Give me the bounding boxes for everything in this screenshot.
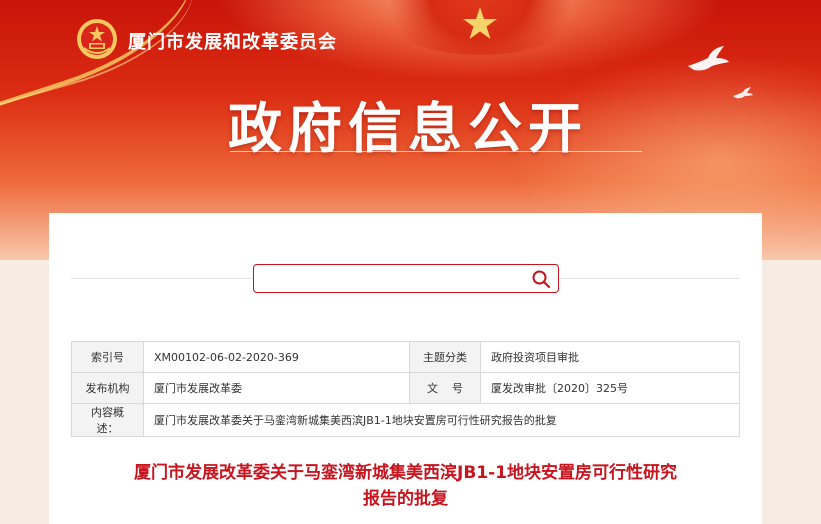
publisher-value: 厦门市发展改革委	[143, 372, 410, 404]
search-input[interactable]	[254, 265, 524, 292]
content-card: 索引号 XM00102-06-02-2020-369 主题分类 政府投资项目审批…	[49, 213, 762, 524]
emblem-backdrop	[370, 0, 590, 55]
summary-value: 厦门市发展改革委关于马銮湾新城集美西滨JB1-1地块安置房可行性研究报告的批复	[143, 403, 740, 437]
doc-number-value: 厦发改审批〔2020〕325号	[480, 372, 740, 404]
national-emblem-icon[interactable]	[76, 18, 118, 60]
table-row: 内容概述： 厦门市发展改革委关于马銮湾新城集美西滨JB1-1地块安置房可行性研究…	[71, 403, 740, 437]
table-row: 发布机构 厦门市发展改革委 文 号 厦发改审批〔2020〕325号	[71, 372, 740, 404]
doc-number-label: 文 号	[409, 372, 481, 404]
document-title-line: 厦门市发展改革委关于马銮湾新城集美西滨JB1-1地块安置房可行性研究	[134, 463, 677, 483]
title-divider	[230, 151, 642, 152]
search-bar	[253, 264, 559, 293]
table-row: 索引号 XM00102-06-02-2020-369 主题分类 政府投资项目审批	[71, 341, 740, 373]
publisher-label: 发布机构	[71, 372, 144, 404]
document-title: 厦门市发展改革委关于马銮湾新城集美西滨JB1-1地块安置房可行性研究 报告的批复	[49, 460, 762, 512]
dove-icon	[688, 46, 729, 71]
summary-label: 内容概述：	[71, 403, 144, 437]
search-icon	[532, 270, 551, 288]
document-meta-table: 索引号 XM00102-06-02-2020-369 主题分类 政府投资项目审批…	[71, 341, 740, 437]
star-icon	[463, 7, 497, 39]
index-label: 索引号	[71, 341, 144, 373]
org-name[interactable]: 厦门市发展和改革委员会	[128, 28, 337, 54]
document-title-line: 报告的批复	[363, 489, 448, 509]
search-button[interactable]	[524, 265, 558, 292]
category-label: 主题分类	[409, 341, 481, 373]
dove-icon	[733, 87, 753, 99]
index-value: XM00102-06-02-2020-369	[143, 341, 410, 373]
category-value: 政府投资项目审批	[480, 341, 740, 373]
